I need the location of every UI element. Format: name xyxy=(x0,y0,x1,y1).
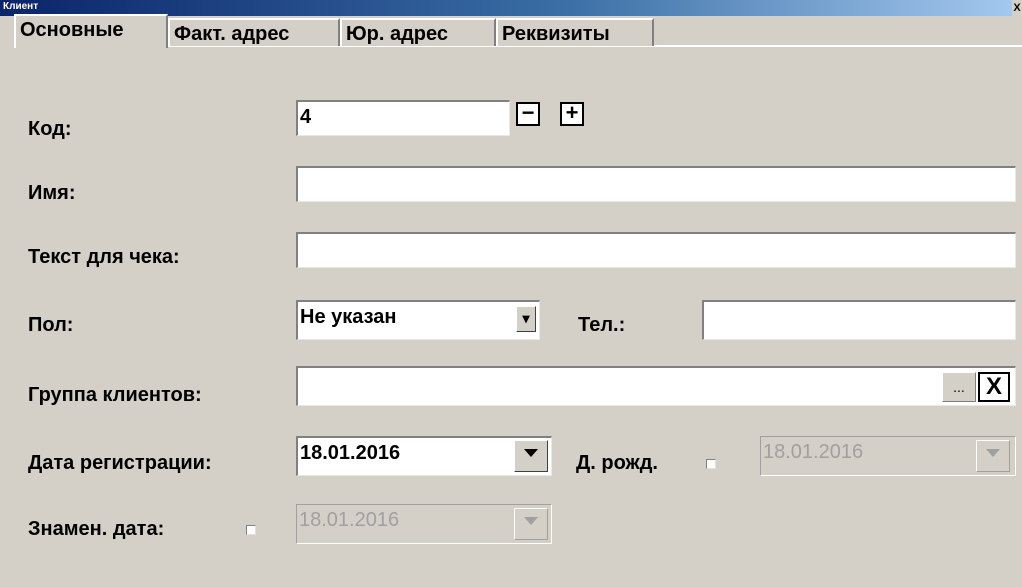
minus-icon: − xyxy=(521,100,535,125)
birth-date-checkbox[interactable] xyxy=(706,459,716,469)
increment-button[interactable]: + xyxy=(560,102,584,126)
window-title: Клиент xyxy=(3,1,39,12)
name-label: Имя: xyxy=(28,182,76,204)
decrement-button[interactable]: − xyxy=(516,102,540,126)
code-label: Код: xyxy=(28,118,72,140)
chevron-down-icon xyxy=(524,517,538,525)
memorable-date-checkbox[interactable] xyxy=(246,525,256,535)
client-group-label: Группа клиентов: xyxy=(28,384,202,406)
birth-date-label: Д. рожд. xyxy=(576,452,658,474)
gender-label: Пол: xyxy=(28,314,74,336)
tab-actual-address[interactable]: Факт. адрес xyxy=(168,18,340,46)
phone-label: Тел.: xyxy=(578,314,626,336)
reg-date-label: Дата регистрации: xyxy=(28,452,212,474)
client-group-input[interactable] xyxy=(296,366,1016,406)
receipt-text-input[interactable] xyxy=(296,232,1016,268)
memorable-date-value: 18.01.2016 xyxy=(299,509,400,531)
birth-date-value: 18.01.2016 xyxy=(763,441,864,463)
browse-button[interactable]: ... xyxy=(942,372,976,402)
reg-date-dropdown-button[interactable] xyxy=(514,440,548,472)
memorable-date-label: Знамен. дата: xyxy=(28,518,165,540)
tab-legal-address[interactable]: Юр. адрес xyxy=(340,18,496,46)
memorable-date-dropdown-button[interactable] xyxy=(514,508,548,540)
plus-icon: + xyxy=(565,100,579,125)
tab-main[interactable]: Основные xyxy=(14,14,168,48)
tab-requisites[interactable]: Реквизиты xyxy=(496,18,654,46)
reg-date-value: 18.01.2016 xyxy=(300,442,401,464)
gender-select[interactable]: Не указан xyxy=(296,300,540,340)
gender-dropdown-button[interactable]: ▾ xyxy=(516,306,536,332)
chevron-down-icon: ▾ xyxy=(522,310,530,326)
gender-value: Не указан xyxy=(300,306,397,328)
chevron-down-icon xyxy=(524,449,538,457)
birth-date-dropdown-button[interactable] xyxy=(976,440,1010,472)
phone-input[interactable] xyxy=(702,300,1016,340)
receipt-text-label: Текст для чека: xyxy=(28,246,180,268)
code-input[interactable]: 4 xyxy=(296,100,510,136)
close-icon: X xyxy=(985,373,1002,400)
name-input[interactable] xyxy=(296,166,1016,202)
chevron-down-icon xyxy=(986,449,1000,457)
clear-button[interactable]: X xyxy=(978,372,1010,402)
ellipsis-icon: ... xyxy=(953,379,965,395)
close-button[interactable]: X xyxy=(1012,0,1022,16)
